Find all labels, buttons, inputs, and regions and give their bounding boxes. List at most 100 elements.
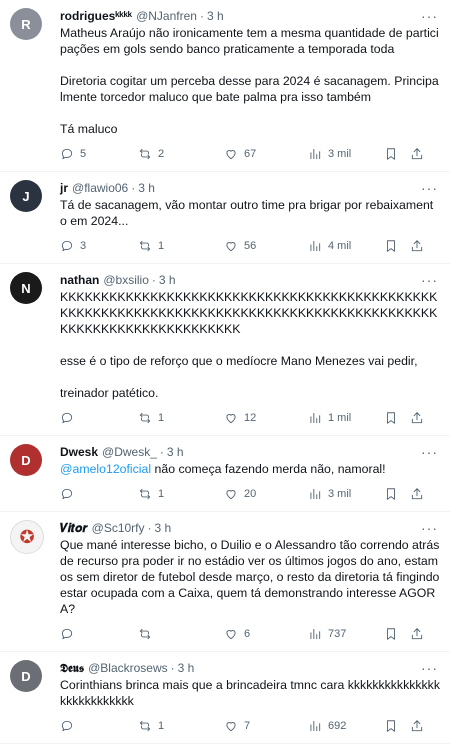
retweet-count: 1 (158, 240, 165, 252)
reply-count: 5 (80, 148, 87, 160)
bookmark-button[interactable] (384, 719, 410, 733)
avatar[interactable]: D (10, 444, 42, 476)
share-button[interactable] (410, 719, 436, 733)
more-icon[interactable]: ··· (421, 272, 438, 288)
share-button[interactable] (410, 411, 436, 425)
views-button[interactable]: 3 mil (308, 147, 384, 161)
retweet-button[interactable]: 1 (138, 239, 224, 253)
bookmark-icon (387, 720, 395, 732)
timestamp[interactable]: 3 h (167, 444, 184, 460)
timestamp[interactable]: 3 h (155, 520, 172, 536)
like-button[interactable]: 12 (224, 411, 308, 425)
share-button[interactable] (410, 627, 436, 641)
timestamp[interactable]: 3 h (159, 272, 176, 288)
reply-button[interactable] (60, 411, 138, 425)
tweet-actions: 1 12 1 mil (60, 401, 440, 435)
reply-button[interactable]: 5 (60, 147, 138, 161)
bookmark-button[interactable] (384, 487, 410, 501)
display-name[interactable]: 𝑽𝒊𝒕𝒐𝒓 (60, 520, 88, 536)
tweet[interactable]: R rodriguesᵏᵏᵏᵏ @NJanfren · 3 h Matheus … (0, 0, 450, 172)
mention-link[interactable]: @amelo12oficial (60, 462, 151, 476)
timestamp[interactable]: 3 h (178, 660, 195, 676)
user-handle[interactable]: @bxsilio (103, 272, 149, 288)
views-button[interactable]: 737 (308, 627, 384, 641)
avatar[interactable]: R (10, 8, 42, 40)
display-name[interactable]: 𝕯𝖊𝖚𝖘 (60, 660, 84, 676)
retweet-icon (139, 148, 151, 160)
views-count: 4 mil (328, 240, 352, 252)
retweet-button[interactable]: 1 (138, 411, 224, 425)
share-icon (411, 412, 423, 424)
user-handle[interactable]: @Blackrosews (88, 660, 168, 676)
bookmark-icon (387, 628, 395, 640)
avatar-column: R (10, 8, 50, 171)
like-count: 7 (244, 720, 251, 732)
like-button[interactable]: 6 (224, 627, 308, 641)
more-icon[interactable]: ··· (421, 8, 438, 24)
reply-button[interactable] (60, 719, 138, 733)
share-button[interactable] (410, 487, 436, 501)
separator-dot: · (151, 273, 156, 287)
views-button[interactable]: 1 mil (308, 411, 384, 425)
reply-icon (61, 240, 73, 252)
views-icon (310, 488, 321, 500)
timestamp[interactable]: 3 h (138, 180, 155, 196)
reply-button[interactable] (60, 627, 138, 641)
retweet-button[interactable] (138, 627, 224, 641)
tweet-body: 𝑽𝒊𝒕𝒐𝒓 @Sc10rfy · 3 h Que mané interesse … (60, 520, 440, 651)
tweet-paragraph: Diretoria cogitar um perceba desse para … (60, 74, 439, 104)
tweet-paragraph: KKKKKKKKKKKKKKKKKKKKKKKKKKKKKKKKKKKKKKKK… (60, 290, 438, 336)
tweet[interactable]: N nathan @bxsilio · 3 h KKKKKKKKKKKKKKKK… (0, 264, 450, 436)
retweet-button[interactable]: 1 (138, 719, 224, 733)
timestamp[interactable]: 3 h (207, 8, 224, 24)
like-count: 6 (244, 628, 251, 640)
tweet-header: 𝑽𝒊𝒕𝒐𝒓 @Sc10rfy · 3 h (60, 520, 440, 536)
tweet[interactable]: D 𝕯𝖊𝖚𝖘 @Blackrosews · 3 h Corinthians br… (0, 652, 450, 744)
views-button[interactable]: 4 mil (308, 239, 384, 253)
avatar[interactable]: ✪ (10, 520, 44, 554)
like-button[interactable]: 56 (224, 239, 308, 253)
bookmark-button[interactable] (384, 239, 410, 253)
avatar[interactable]: J (10, 180, 42, 212)
retweet-button[interactable]: 2 (138, 147, 224, 161)
user-handle[interactable]: @NJanfren (136, 8, 197, 24)
share-button[interactable] (410, 147, 436, 161)
tweet[interactable]: D Dwesk @Dwesk_ · 3 h @amelo12oficial nã… (0, 436, 450, 512)
like-button[interactable]: 7 (224, 719, 308, 733)
more-icon[interactable]: ··· (421, 444, 438, 460)
tweet-actions: 1 7 692 (60, 709, 440, 743)
like-button[interactable]: 67 (224, 147, 308, 161)
share-icon (411, 148, 423, 160)
display-name[interactable]: Dwesk (60, 444, 98, 460)
tweet-text: @amelo12oficial não começa fazendo merda… (60, 461, 440, 477)
views-button[interactable]: 3 mil (308, 487, 384, 501)
tweet[interactable]: J jr @flawio06 · 3 h Tá de sacanagem, vã… (0, 172, 450, 264)
retweet-button[interactable]: 1 (138, 487, 224, 501)
display-name[interactable]: rodriguesᵏᵏᵏᵏ (60, 8, 132, 24)
tweet-header: 𝕯𝖊𝖚𝖘 @Blackrosews · 3 h (60, 660, 440, 676)
user-handle[interactable]: @Dwesk_ (102, 444, 157, 460)
like-button[interactable]: 20 (224, 487, 308, 501)
bookmark-icon (387, 240, 395, 252)
views-count: 3 mil (328, 148, 352, 160)
bookmark-button[interactable] (384, 147, 410, 161)
display-name[interactable]: jr (60, 180, 68, 196)
bookmark-button[interactable] (384, 411, 410, 425)
user-handle[interactable]: @flawio06 (72, 180, 128, 196)
share-button[interactable] (410, 239, 436, 253)
reply-button[interactable]: 3 (60, 239, 138, 253)
avatar-column: ✪ (10, 520, 50, 651)
views-count: 1 mil (328, 412, 352, 424)
more-icon[interactable]: ··· (421, 180, 438, 196)
tweet[interactable]: ✪ 𝑽𝒊𝒕𝒐𝒓 @Sc10rfy · 3 h Que mané interess… (0, 512, 450, 652)
avatar[interactable]: D (10, 660, 42, 692)
bookmark-button[interactable] (384, 627, 410, 641)
more-icon[interactable]: ··· (421, 520, 438, 536)
more-icon[interactable]: ··· (421, 660, 438, 676)
views-button[interactable]: 692 (308, 719, 384, 733)
like-count: 56 (244, 240, 257, 252)
reply-button[interactable] (60, 487, 138, 501)
display-name[interactable]: nathan (60, 272, 99, 288)
user-handle[interactable]: @Sc10rfy (92, 520, 145, 536)
avatar[interactable]: N (10, 272, 42, 304)
